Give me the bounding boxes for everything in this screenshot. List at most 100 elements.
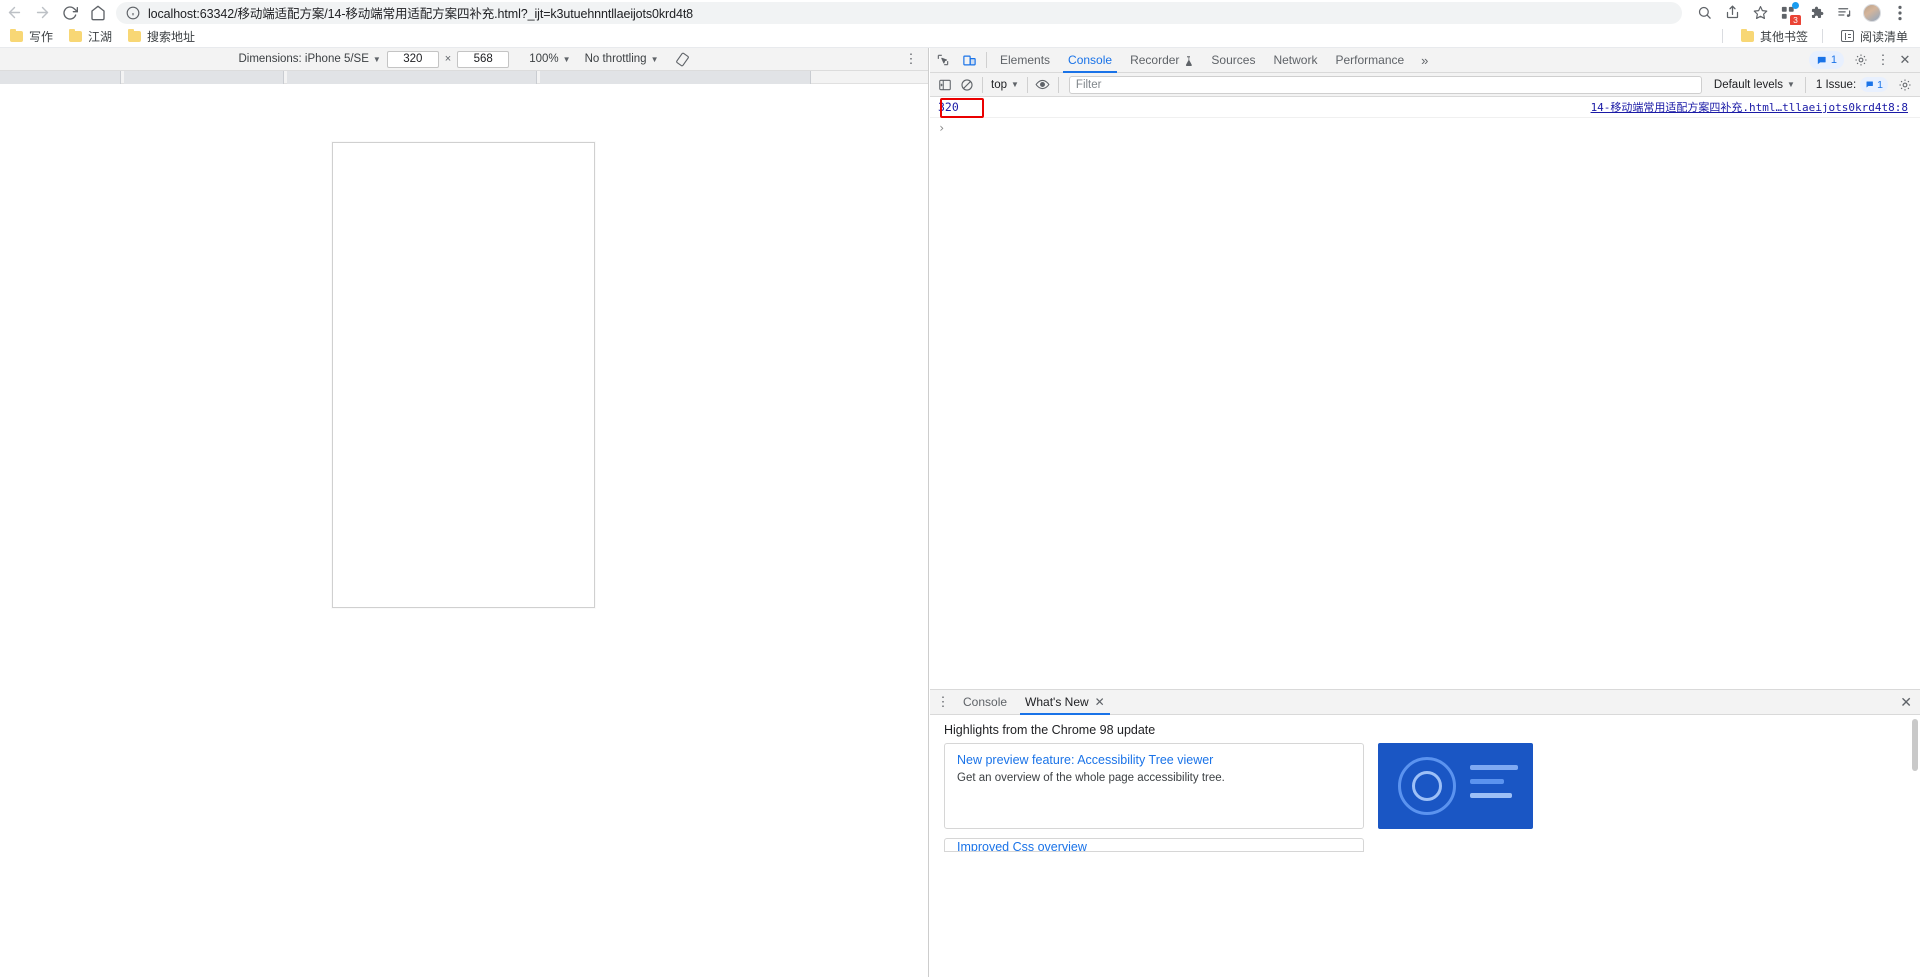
issue-icon bbox=[1866, 81, 1874, 88]
devtools-tabbar: Elements Console Recorder Sources Networ… bbox=[930, 48, 1920, 73]
bookmark-item-2[interactable]: 搜索地址 bbox=[122, 27, 201, 46]
console-filter-input[interactable]: Filter bbox=[1068, 75, 1702, 94]
divider bbox=[986, 52, 987, 68]
console-sidebar-icon[interactable] bbox=[934, 74, 956, 96]
device-toolbar-menu-icon[interactable]: ⋮ bbox=[904, 52, 918, 65]
issues-badge-count: 1 bbox=[1830, 54, 1837, 66]
inspect-element-icon[interactable] bbox=[930, 48, 956, 73]
bookmark-star-icon[interactable] bbox=[1746, 1, 1774, 25]
devtools-menu-icon[interactable]: ⋮ bbox=[1872, 49, 1894, 71]
issues-chip: 1 bbox=[1860, 77, 1888, 92]
chevron-down-icon[interactable]: ▼ bbox=[651, 55, 659, 64]
height-input[interactable]: 568 bbox=[457, 50, 510, 68]
tab-label: Sources bbox=[1211, 53, 1256, 67]
bookmark-item-1[interactable]: 江湖 bbox=[63, 27, 118, 46]
back-button[interactable] bbox=[0, 2, 28, 24]
console-message-row[interactable]: 320 14-移动端常用适配方案四补充.html…tllaeijots0krd4… bbox=[930, 97, 1920, 118]
folder-icon bbox=[10, 28, 23, 42]
device-toolbar: Dimensions: iPhone 5/SE ▼ 320 × 568 100%… bbox=[0, 48, 928, 71]
folder-icon bbox=[128, 28, 142, 42]
whats-new-card-description: Get an overview of the whole page access… bbox=[957, 772, 1225, 784]
drawer-scrollbar[interactable] bbox=[1912, 719, 1918, 771]
site-info-icon[interactable] bbox=[126, 6, 140, 20]
tab-label: Performance bbox=[1335, 53, 1405, 67]
bookmark-item-0[interactable]: 写作 bbox=[4, 27, 59, 46]
close-devtools-icon[interactable]: ✕ bbox=[1894, 49, 1916, 71]
dimensions-dropdown[interactable]: Dimensions: iPhone 5/SE bbox=[238, 53, 368, 65]
console-context-label: top bbox=[991, 78, 1007, 91]
reading-list-icon[interactable] bbox=[1830, 1, 1858, 25]
console-issues-summary[interactable]: 1 Issue: 1 bbox=[1810, 77, 1894, 92]
whats-new-card[interactable]: New preview feature: Accessibility Tree … bbox=[944, 743, 1364, 829]
clear-console-icon[interactable] bbox=[956, 74, 978, 96]
toggle-device-toolbar-icon[interactable] bbox=[956, 48, 982, 73]
tab-console[interactable]: Console bbox=[1059, 48, 1121, 73]
browser-toolbar: localhost:63342/移动端适配方案/14-移动端常用适配方案四补充.… bbox=[0, 0, 1920, 26]
address-bar[interactable]: localhost:63342/移动端适配方案/14-移动端常用适配方案四补充.… bbox=[116, 1, 1682, 24]
chevron-down-icon[interactable]: ▼ bbox=[373, 55, 381, 64]
more-tabs-icon[interactable]: » bbox=[1413, 53, 1436, 68]
drawer-tabbar: ⋮ Console What's New ✕ ✕ bbox=[930, 690, 1920, 715]
console-prompt[interactable]: › bbox=[930, 118, 1920, 137]
live-expression-eye-icon[interactable] bbox=[1032, 74, 1054, 96]
chevron-down-icon[interactable]: ▼ bbox=[563, 55, 571, 64]
console-context-selector[interactable]: top ▼ bbox=[987, 75, 1023, 95]
issues-text: 1 Issue: bbox=[1815, 78, 1857, 91]
tab-sources[interactable]: Sources bbox=[1202, 48, 1264, 73]
close-icon[interactable]: ✕ bbox=[1095, 696, 1105, 708]
zoom-dropdown[interactable]: 100% bbox=[529, 53, 558, 65]
search-icon[interactable] bbox=[1690, 1, 1718, 25]
tab-label: Console bbox=[1068, 53, 1113, 67]
console-source-link[interactable]: 14-移动端常用适配方案四补充.html…tllaeijots0krd4t8:8 bbox=[1591, 99, 1920, 115]
drawer-tab-console[interactable]: Console bbox=[954, 690, 1016, 715]
tab-recorder[interactable]: Recorder bbox=[1121, 48, 1202, 73]
width-input[interactable]: 320 bbox=[386, 50, 439, 68]
reading-list-label: 阅读清单 bbox=[1859, 29, 1908, 44]
divider bbox=[1057, 76, 1059, 93]
log-levels-label: Default levels bbox=[1713, 78, 1783, 91]
bookmark-label: 搜索地址 bbox=[147, 29, 196, 44]
avatar[interactable] bbox=[1858, 1, 1886, 25]
divider bbox=[1804, 76, 1806, 93]
page-canvas bbox=[0, 84, 928, 977]
tab-label: Network bbox=[1273, 53, 1318, 67]
throttling-dropdown[interactable]: No throttling bbox=[585, 53, 647, 65]
divider bbox=[1026, 76, 1028, 93]
reload-button[interactable] bbox=[56, 2, 84, 24]
profile-avatar-image bbox=[1863, 3, 1881, 22]
other-bookmarks-button[interactable]: 其他书签 bbox=[1735, 27, 1814, 46]
issues-badge[interactable]: 1 bbox=[1808, 51, 1844, 69]
share-icon[interactable] bbox=[1718, 1, 1746, 25]
forward-button[interactable] bbox=[28, 2, 56, 24]
whats-new-card-next-title[interactable]: Improved Css overview bbox=[944, 838, 1364, 852]
extensions-icon[interactable]: 3 bbox=[1774, 1, 1802, 26]
gear-icon[interactable] bbox=[1850, 49, 1872, 71]
puzzle-extension-icon[interactable] bbox=[1802, 1, 1830, 25]
devtools-drawer: ⋮ Console What's New ✕ ✕ Highlights from… bbox=[930, 689, 1920, 977]
emulated-device-frame[interactable] bbox=[332, 142, 595, 608]
home-button[interactable] bbox=[84, 2, 112, 24]
reading-list-icon bbox=[1840, 30, 1854, 42]
other-bookmarks-label: 其他书签 bbox=[1759, 29, 1808, 44]
chevron-down-icon: ▼ bbox=[1786, 80, 1795, 89]
tab-performance[interactable]: Performance bbox=[1326, 48, 1413, 73]
close-drawer-icon[interactable]: ✕ bbox=[1900, 694, 1920, 711]
rotate-icon[interactable] bbox=[675, 52, 690, 67]
reading-list-button[interactable]: 阅读清单 bbox=[1835, 27, 1914, 46]
whats-new-content: Highlights from the Chrome 98 update New… bbox=[930, 715, 1920, 977]
tab-elements[interactable]: Elements bbox=[991, 48, 1059, 73]
whats-new-card-title[interactable]: New preview feature: Accessibility Tree … bbox=[957, 753, 1351, 767]
drawer-tab-whats-new[interactable]: What's New ✕ bbox=[1016, 690, 1114, 715]
console-settings-gear-icon[interactable] bbox=[1894, 74, 1916, 96]
chrome-menu-icon[interactable] bbox=[1886, 1, 1914, 25]
issues-chip-count: 1 bbox=[1877, 78, 1883, 91]
console-log-levels-dropdown[interactable]: Default levels ▼ bbox=[1708, 79, 1801, 91]
console-output[interactable]: 320 14-移动端常用适配方案四补充.html…tllaeijots0krd4… bbox=[930, 97, 1920, 689]
drawer-menu-icon[interactable]: ⋮ bbox=[932, 691, 954, 713]
browser-toolbar-icons: 3 bbox=[1690, 1, 1920, 26]
issue-icon bbox=[1817, 56, 1826, 64]
tab-network[interactable]: Network bbox=[1264, 48, 1326, 73]
whats-new-heading: Highlights from the Chrome 98 update bbox=[944, 723, 1156, 737]
bookmarks-bar: 写作 江湖 搜索地址 其他书签 阅读清单 bbox=[0, 25, 1920, 48]
device-emulation-viewport: Dimensions: iPhone 5/SE ▼ 320 × 568 100%… bbox=[0, 48, 929, 977]
